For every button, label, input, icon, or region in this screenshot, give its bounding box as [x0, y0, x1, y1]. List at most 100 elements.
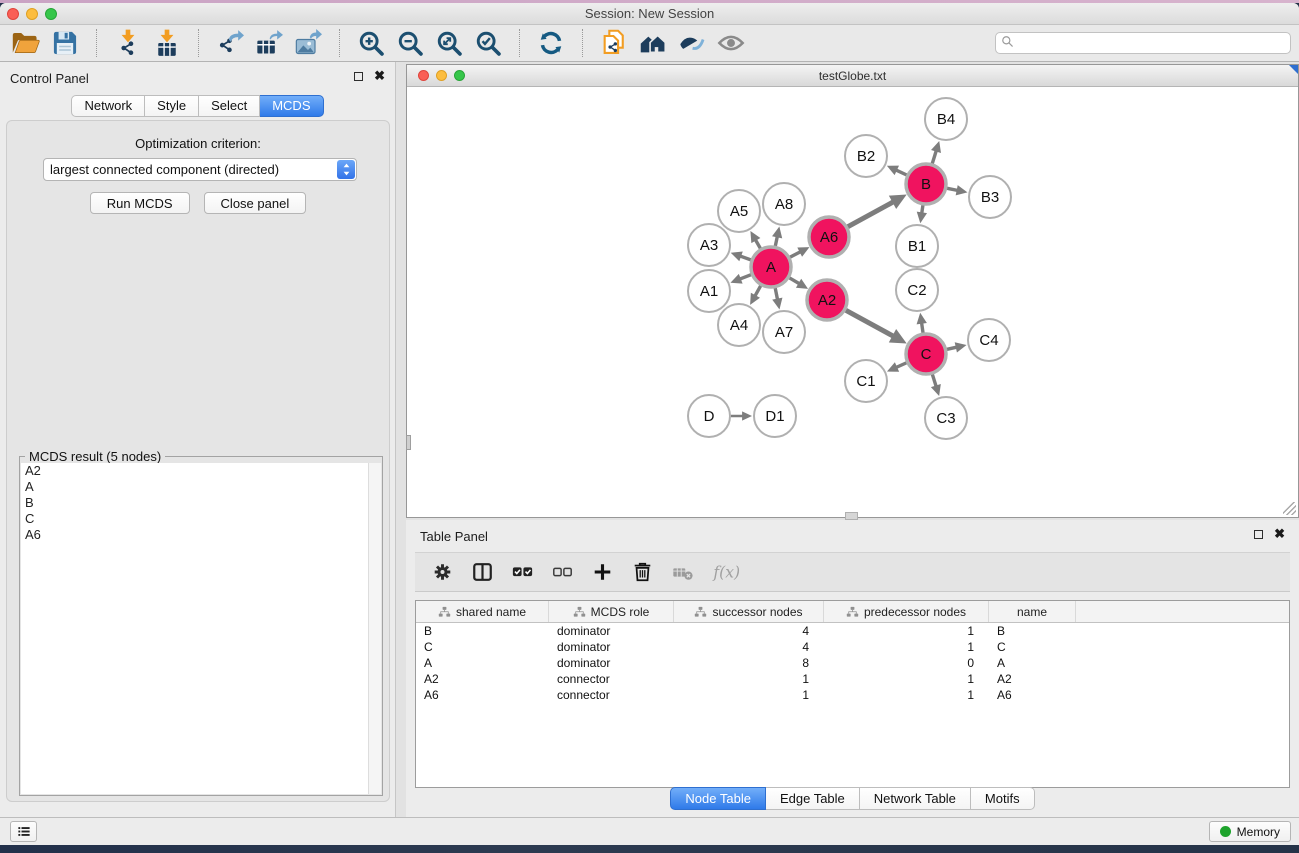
table-cell[interactable]: A2	[416, 671, 549, 687]
tab-select[interactable]: Select	[199, 95, 260, 117]
resize-grip-icon[interactable]	[1283, 502, 1296, 515]
node-label: A8	[775, 196, 793, 213]
search-input[interactable]	[1014, 34, 1285, 52]
task-history-button[interactable]	[10, 821, 37, 842]
table-cell[interactable]: dominator	[549, 623, 674, 639]
table-row[interactable]: Cdominator41C	[416, 639, 1289, 655]
table-cell[interactable]: A6	[416, 687, 549, 703]
import-network-icon[interactable]	[112, 28, 144, 58]
column-header-successor-nodes[interactable]: successor nodes	[674, 601, 824, 622]
mcds-result-item[interactable]: A	[21, 479, 381, 495]
edge-A6-B[interactable]	[847, 201, 894, 227]
zoom-out-icon[interactable]	[394, 28, 426, 58]
zoom-selected-icon[interactable]	[472, 28, 504, 58]
table-cell[interactable]: 1	[674, 687, 824, 703]
tab-node-table[interactable]: Node Table	[670, 787, 766, 810]
gear-icon[interactable]	[431, 561, 454, 583]
table-cell[interactable]: B	[416, 623, 549, 639]
refresh-icon[interactable]	[535, 28, 567, 58]
tab-network[interactable]: Network	[71, 95, 145, 117]
home-icon[interactable]	[637, 28, 669, 58]
table-cell[interactable]: C	[989, 639, 1076, 655]
splitter-handle-horizontal[interactable]	[845, 512, 858, 520]
table-row[interactable]: Adominator80A	[416, 655, 1289, 671]
tab-motifs[interactable]: Motifs	[971, 787, 1035, 810]
close-panel-button[interactable]: Close panel	[204, 192, 307, 214]
tab-network-table[interactable]: Network Table	[860, 787, 971, 810]
column-header-name[interactable]: name	[989, 601, 1076, 622]
table-cell[interactable]: dominator	[549, 639, 674, 655]
save-icon[interactable]	[49, 28, 81, 58]
memory-button[interactable]: Memory	[1209, 821, 1291, 842]
search-box[interactable]	[995, 32, 1291, 54]
network-canvas[interactable]: B4B2BB3B1A5A8A6A3AA1A2C2A4A7C4CC1C3DD1	[407, 87, 1298, 517]
table-cell[interactable]: C	[416, 639, 549, 655]
table-cell[interactable]: B	[989, 623, 1076, 639]
eye-icon[interactable]	[715, 28, 747, 58]
table-cell[interactable]: 4	[674, 639, 824, 655]
node-label: C3	[936, 410, 955, 427]
table-row[interactable]: Bdominator41B	[416, 623, 1289, 639]
export-image-icon[interactable]	[292, 28, 324, 58]
table-row[interactable]: A2connector11A2	[416, 671, 1289, 687]
mcds-result-item[interactable]: A6	[21, 527, 381, 543]
table-cell[interactable]: connector	[549, 687, 674, 703]
table-cell[interactable]: 1	[824, 623, 989, 639]
column-header-MCDS-role[interactable]: MCDS role	[549, 601, 674, 622]
mcds-result-item[interactable]: B	[21, 495, 381, 511]
edge-B-B4[interactable]	[932, 150, 936, 164]
edge-A2-C[interactable]	[845, 310, 894, 337]
mcds-panel: Optimization criterion: largest connecte…	[6, 120, 390, 802]
tab-edge-table[interactable]: Edge Table	[766, 787, 860, 810]
edge-A-A1[interactable]	[739, 275, 752, 280]
mcds-result-item[interactable]: A2	[21, 463, 381, 479]
table-cell[interactable]: 1	[824, 671, 989, 687]
table-toolbar: f(x)	[415, 552, 1290, 592]
delete-icon[interactable]	[631, 561, 654, 583]
table-cell[interactable]: connector	[549, 671, 674, 687]
edge-C-C3[interactable]	[932, 374, 936, 387]
result-list-scrollbar[interactable]	[368, 463, 381, 794]
mcds-result-item[interactable]: C	[21, 511, 381, 527]
column-header-shared-name[interactable]: shared name	[416, 601, 549, 622]
select-all-icon[interactable]	[511, 561, 534, 583]
deselect-all-icon[interactable]	[551, 561, 574, 583]
splitter-handle-left[interactable]	[406, 435, 411, 450]
table-cell[interactable]: 8	[674, 655, 824, 671]
table-cell[interactable]: 4	[674, 623, 824, 639]
close-table-panel-icon[interactable]: ✖	[1274, 529, 1285, 539]
edge-arrowhead-icon	[917, 313, 927, 325]
add-column-icon[interactable]	[591, 561, 614, 583]
table-cell[interactable]: 0	[824, 655, 989, 671]
export-network-icon[interactable]	[214, 28, 246, 58]
criterion-dropdown[interactable]: largest connected component (directed)	[43, 158, 357, 181]
table-cell[interactable]: 1	[824, 687, 989, 703]
open-folder-icon[interactable]	[10, 28, 42, 58]
split-columns-icon[interactable]	[471, 561, 494, 583]
zoom-fit-icon[interactable]	[433, 28, 465, 58]
run-mcds-button[interactable]: Run MCDS	[90, 192, 190, 214]
hide-panel-icon[interactable]	[676, 28, 708, 58]
table-cell[interactable]: 1	[824, 639, 989, 655]
table-row[interactable]: A6connector11A6	[416, 687, 1289, 703]
zoom-in-icon[interactable]	[355, 28, 387, 58]
network-window-titlebar[interactable]: testGlobe.txt	[407, 65, 1298, 87]
table-cell[interactable]: A2	[989, 671, 1076, 687]
table-cell[interactable]: A	[989, 655, 1076, 671]
table-cell[interactable]: dominator	[549, 655, 674, 671]
float-table-panel-icon[interactable]	[1254, 530, 1263, 539]
export-table-icon[interactable]	[253, 28, 285, 58]
edge-arrowhead-icon	[772, 298, 782, 310]
share-session-icon[interactable]	[598, 28, 630, 58]
tab-mcds[interactable]: MCDS	[260, 95, 323, 117]
table-cell[interactable]: A6	[989, 687, 1076, 703]
toolbar-separator	[339, 29, 340, 57]
column-header-predecessor-nodes[interactable]: predecessor nodes	[824, 601, 989, 622]
table-cell[interactable]: A	[416, 655, 549, 671]
table-cell[interactable]: 1	[674, 671, 824, 687]
import-table-icon[interactable]	[151, 28, 183, 58]
float-panel-icon[interactable]	[354, 72, 363, 81]
close-panel-icon[interactable]: ✖	[374, 71, 385, 81]
tab-style[interactable]: Style	[145, 95, 199, 117]
edge-arrowhead-icon	[742, 411, 752, 420]
